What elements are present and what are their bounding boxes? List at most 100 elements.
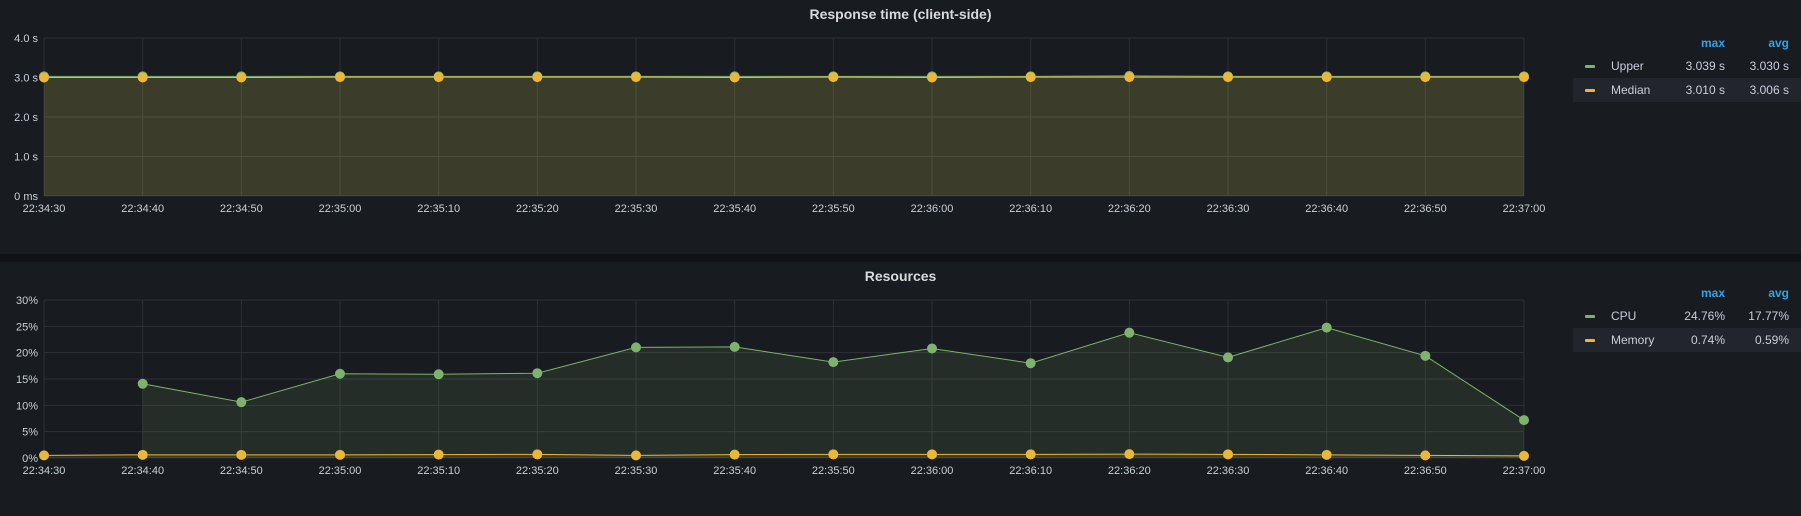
y-tick-label: 0 ms <box>14 191 38 203</box>
x-tick-label: 22:36:00 <box>911 465 954 477</box>
data-point[interactable] <box>1420 72 1431 83</box>
data-point[interactable] <box>729 72 740 83</box>
legend-avg-value: 3.030 s <box>1749 59 1789 73</box>
data-point[interactable] <box>1223 72 1233 83</box>
x-tick-label: 22:35:10 <box>417 203 460 215</box>
data-point[interactable] <box>335 72 345 83</box>
data-point[interactable] <box>433 369 444 380</box>
data-point[interactable] <box>1223 352 1233 363</box>
data-point[interactable] <box>236 72 247 83</box>
data-point[interactable] <box>631 342 641 353</box>
data-point[interactable] <box>1420 350 1431 361</box>
legend-resources: max avg CPU 24.76% 17.77% Memory 0.74% 0… <box>1573 284 1801 352</box>
x-tick-label: 22:34:40 <box>121 465 164 477</box>
y-tick-label: 20% <box>16 348 38 360</box>
x-tick-label: 22:36:40 <box>1305 465 1348 477</box>
x-tick-label: 22:37:00 <box>1503 203 1546 215</box>
legend-row-cpu[interactable]: CPU 24.76% 17.77% <box>1573 304 1801 328</box>
x-tick-label: 22:36:50 <box>1404 465 1447 477</box>
legend-avg-value: 17.77% <box>1748 309 1789 323</box>
y-tick-label: 3.0 s <box>14 73 38 85</box>
series-color-swatch[interactable] <box>1585 65 1595 68</box>
data-point[interactable] <box>532 368 543 379</box>
data-point[interactable] <box>39 72 49 83</box>
data-point[interactable] <box>1519 450 1529 461</box>
x-tick-label: 22:35:50 <box>812 465 855 477</box>
data-point[interactable] <box>1321 322 1332 333</box>
legend-response: max avg Upper 3.039 s 3.030 s Median 3.0… <box>1573 34 1801 102</box>
data-point[interactable] <box>1519 415 1529 426</box>
x-tick-label: 22:35:10 <box>417 465 460 477</box>
x-tick-label: 22:36:50 <box>1404 203 1447 215</box>
legend-header-max[interactable]: max <box>1701 286 1725 300</box>
data-point[interactable] <box>631 450 641 461</box>
data-point[interactable] <box>1025 449 1036 460</box>
legend-header-max[interactable]: max <box>1701 36 1725 50</box>
series-median[interactable] <box>39 72 1529 196</box>
y-tick-label: 0% <box>22 453 38 465</box>
legend-row-median[interactable]: Median 3.010 s 3.006 s <box>1573 78 1801 102</box>
data-point[interactable] <box>828 449 839 460</box>
data-point[interactable] <box>236 397 247 408</box>
x-tick-label: 22:35:40 <box>713 465 756 477</box>
legend-max-value: 3.039 s <box>1685 59 1725 73</box>
data-point[interactable] <box>137 449 148 460</box>
x-tick-label: 22:36:20 <box>1108 203 1151 215</box>
legend-row-upper[interactable]: Upper 3.039 s 3.030 s <box>1573 54 1801 78</box>
series-color-swatch[interactable] <box>1585 89 1595 92</box>
data-point[interactable] <box>1420 450 1431 461</box>
x-tick-label: 22:35:50 <box>812 203 855 215</box>
data-point[interactable] <box>631 72 641 83</box>
data-point[interactable] <box>433 72 444 83</box>
legend-header-avg[interactable]: avg <box>1768 36 1789 50</box>
data-point[interactable] <box>433 449 444 460</box>
y-tick-label: 4.0 s <box>14 33 38 45</box>
x-tick-label: 22:35:20 <box>516 465 559 477</box>
data-point[interactable] <box>335 449 345 460</box>
y-tick-label: 10% <box>16 400 38 412</box>
x-tick-label: 22:37:00 <box>1503 465 1546 477</box>
legend-series-name[interactable]: Median <box>1611 78 1650 102</box>
data-point[interactable] <box>828 357 839 368</box>
data-point[interactable] <box>729 449 740 460</box>
data-point[interactable] <box>1025 72 1036 83</box>
data-point[interactable] <box>1124 449 1135 460</box>
response-time-chart[interactable]: 0 ms 1.0 s 2.0 s 3.0 s 4.0 s 22:34:30 22:34:40… <box>0 0 1573 254</box>
data-point[interactable] <box>1321 449 1332 460</box>
legend-series-name[interactable]: CPU <box>1611 304 1636 328</box>
data-point[interactable] <box>927 72 937 83</box>
x-tick-label: 22:34:30 <box>23 203 66 215</box>
series-color-swatch[interactable] <box>1585 339 1595 342</box>
data-point[interactable] <box>828 72 839 83</box>
resources-chart[interactable]: 0% 5% 10% 15% 20% 25% 30% 22:34:30 22:34:40 22:34… <box>0 262 1573 516</box>
data-point[interactable] <box>1124 72 1135 83</box>
data-point[interactable] <box>1519 72 1529 83</box>
data-point[interactable] <box>927 343 937 354</box>
legend-series-name[interactable]: Memory <box>1611 328 1654 352</box>
legend-header-avg[interactable]: avg <box>1768 286 1789 300</box>
data-point[interactable] <box>729 341 740 352</box>
data-point[interactable] <box>1321 72 1332 83</box>
data-point[interactable] <box>39 450 49 461</box>
data-point[interactable] <box>236 449 247 460</box>
legend-series-name[interactable]: Upper <box>1611 54 1644 78</box>
data-point[interactable] <box>137 378 148 389</box>
y-tick-label: 5% <box>22 427 38 439</box>
data-point[interactable] <box>532 449 543 460</box>
x-tick-label: 22:35:00 <box>319 465 362 477</box>
data-point[interactable] <box>927 449 937 460</box>
data-point[interactable] <box>335 368 345 379</box>
data-point[interactable] <box>1025 358 1036 369</box>
x-tick-label: 22:36:10 <box>1009 203 1052 215</box>
legend-row-memory[interactable]: Memory 0.74% 0.59% <box>1573 328 1801 352</box>
y-tick-label: 1.0 s <box>14 152 38 164</box>
legend-avg-value: 3.006 s <box>1749 83 1789 97</box>
x-tick-label: 22:36:30 <box>1207 203 1250 215</box>
data-point[interactable] <box>532 72 543 83</box>
series-color-swatch[interactable] <box>1585 315 1595 318</box>
data-point[interactable] <box>1124 327 1135 338</box>
legend-header: max avg <box>1573 284 1801 304</box>
data-point[interactable] <box>137 72 148 83</box>
y-tick-label: 25% <box>16 321 38 333</box>
data-point[interactable] <box>1223 449 1233 460</box>
